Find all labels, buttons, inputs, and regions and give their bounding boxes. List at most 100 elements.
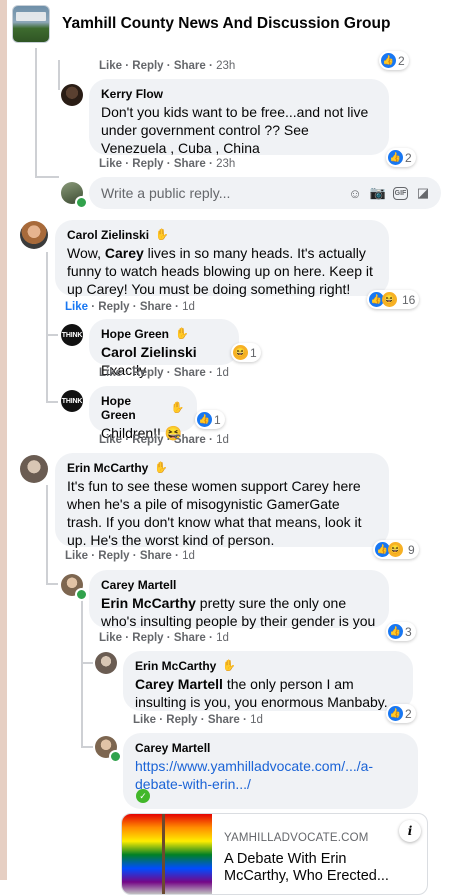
- comment-time[interactable]: 1d: [182, 550, 195, 562]
- thread-line: [46, 401, 58, 403]
- comment-time[interactable]: 1d: [182, 301, 195, 313]
- comment-link[interactable]: debate-with-erin.../: [135, 776, 251, 792]
- avatar[interactable]: [95, 652, 117, 674]
- comment-text: Don't you kids want to be free...and not…: [101, 104, 369, 156]
- comment-text: Wow, Carey lives in so many heads. It's …: [67, 245, 373, 297]
- commenter-name[interactable]: Hope Green: [101, 394, 165, 422]
- like-button[interactable]: Like: [99, 632, 122, 644]
- comment-text: Erin McCarthy pretty sure the only one w…: [101, 595, 376, 629]
- like-button[interactable]: Like: [99, 158, 122, 170]
- reply-button[interactable]: Reply: [98, 550, 129, 562]
- comment-time[interactable]: 23h: [216, 60, 235, 72]
- emoji-icon[interactable]: ☺: [347, 185, 363, 201]
- comment-actions: Like · Reply · Share · 1d: [65, 301, 195, 313]
- reaction-count[interactable]: 👍 2: [386, 148, 416, 167]
- avatar[interactable]: [61, 84, 83, 106]
- reply-button[interactable]: Reply: [98, 301, 129, 313]
- reaction-count[interactable]: 👍 😆 9: [373, 540, 419, 559]
- thread-line: [35, 48, 37, 178]
- comment-bubble: Carol Zielinski ✋ Wow, Carey lives in so …: [55, 220, 389, 297]
- share-button[interactable]: Share: [174, 158, 206, 170]
- preview-domain: YAMHILLADVOCATE.COM: [224, 832, 369, 844]
- verified-check-icon: ✓: [136, 789, 150, 803]
- fan-badge-icon: ✋: [222, 659, 237, 672]
- mention[interactable]: Carey: [105, 245, 144, 261]
- comment-time[interactable]: 1d: [216, 632, 229, 644]
- thread-line: [35, 176, 59, 178]
- like-button[interactable]: Like: [133, 714, 156, 726]
- comment-bubble: Hope Green ✋ Children!! 😆: [89, 386, 197, 441]
- comment-time[interactable]: 23h: [216, 158, 235, 170]
- haha-reaction-icon: 😆: [382, 292, 397, 307]
- comment-time[interactable]: 1d: [250, 714, 263, 726]
- group-title[interactable]: Yamhill County News And Discussion Group: [62, 15, 390, 33]
- comment-bubble: Carey Martell Erin McCarthy pretty sure …: [89, 570, 389, 629]
- online-indicator: [75, 196, 88, 209]
- mention[interactable]: Carol Zielinski: [101, 344, 197, 360]
- fan-badge-icon: ✋: [154, 461, 169, 474]
- group-header: Yamhill County News And Discussion Group: [7, 0, 455, 48]
- commenter-name[interactable]: Erin McCarthy: [67, 461, 148, 475]
- thread-line: [58, 60, 60, 90]
- reply-button[interactable]: Reply: [166, 714, 197, 726]
- reaction-count[interactable]: 👍 1: [195, 410, 225, 429]
- sticker-icon[interactable]: ◪: [415, 185, 431, 201]
- avatar[interactable]: THINK: [61, 390, 83, 412]
- comment-text: Carey Martell the only person I am insul…: [135, 676, 388, 710]
- like-reaction-icon: 👍: [388, 624, 403, 639]
- comment-actions: Like · Reply · Share · 1d: [99, 434, 229, 446]
- avatar[interactable]: [20, 455, 48, 483]
- like-button[interactable]: Like: [65, 301, 88, 313]
- reply-input[interactable]: [99, 184, 323, 202]
- reply-button[interactable]: Reply: [132, 158, 163, 170]
- reply-button[interactable]: Reply: [132, 367, 163, 379]
- commenter-name[interactable]: Erin McCarthy: [135, 659, 216, 673]
- reply-button[interactable]: Reply: [132, 60, 163, 72]
- info-icon[interactable]: i: [399, 820, 421, 842]
- commenter-name[interactable]: Carey Martell: [135, 741, 210, 755]
- comment-time[interactable]: 1d: [216, 367, 229, 379]
- comment-actions: Like · Reply · Share · 1d: [133, 714, 263, 726]
- comment-bubble: Hope Green ✋ Carol Zielinski Exactly: [89, 319, 239, 378]
- commenter-name[interactable]: Carey Martell: [101, 578, 176, 592]
- reply-button[interactable]: Reply: [132, 434, 163, 446]
- avatar[interactable]: THINK: [61, 324, 83, 346]
- online-indicator: [75, 588, 88, 601]
- commenter-name[interactable]: Carol Zielinski: [67, 228, 149, 242]
- commenter-name[interactable]: Kerry Flow: [101, 87, 163, 101]
- avatar[interactable]: [20, 221, 48, 249]
- like-reaction-icon: 👍: [381, 53, 396, 68]
- commenter-name[interactable]: Hope Green: [101, 327, 169, 341]
- comment-bubble: Erin McCarthy ✋ It's fun to see these wom…: [55, 453, 389, 548]
- thread-line: [46, 334, 58, 336]
- comment-bubble: Carey Martell https://www.yamhilladvocat…: [123, 733, 418, 809]
- share-button[interactable]: Share: [174, 632, 206, 644]
- link-preview-card[interactable]: YAMHILLADVOCATE.COM A Debate With Erin M…: [121, 813, 428, 895]
- like-button[interactable]: Like: [99, 60, 122, 72]
- share-button[interactable]: Share: [140, 301, 172, 313]
- group-logo[interactable]: [12, 5, 50, 43]
- reply-button[interactable]: Reply: [132, 632, 163, 644]
- share-button[interactable]: Share: [174, 60, 206, 72]
- like-button[interactable]: Like: [99, 434, 122, 446]
- thread-line: [46, 583, 58, 585]
- like-reaction-icon: 👍: [388, 706, 403, 721]
- share-button[interactable]: Share: [208, 714, 240, 726]
- camera-icon[interactable]: 📷: [370, 185, 386, 201]
- share-button[interactable]: Share: [140, 550, 172, 562]
- reaction-count[interactable]: 👍 2: [379, 51, 409, 70]
- reaction-count[interactable]: 👍 2: [386, 704, 416, 723]
- reaction-count[interactable]: 👍 😆 16: [367, 290, 420, 309]
- comment-time[interactable]: 1d: [216, 434, 229, 446]
- like-button[interactable]: Like: [65, 550, 88, 562]
- mention[interactable]: Carey Martell: [135, 676, 223, 692]
- share-button[interactable]: Share: [174, 367, 206, 379]
- comment-link[interactable]: https://www.yamhilladvocate.com/.../a-: [135, 758, 373, 774]
- share-button[interactable]: Share: [174, 434, 206, 446]
- reaction-count[interactable]: 😆 1: [231, 343, 261, 362]
- mention[interactable]: Erin McCarthy: [101, 595, 196, 611]
- gif-icon[interactable]: GIF: [393, 186, 408, 200]
- like-button[interactable]: Like: [99, 367, 122, 379]
- reaction-count[interactable]: 👍 3: [386, 622, 416, 641]
- thread-line: [46, 485, 48, 585]
